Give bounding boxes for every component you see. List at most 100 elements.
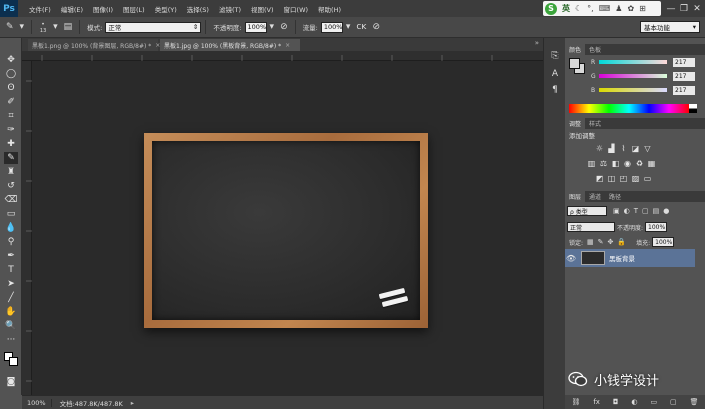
chevron-right-icon[interactable]: ▸	[131, 399, 134, 407]
mode-select[interactable]: 正常 ⇕	[105, 21, 202, 33]
curves-icon[interactable]: ⌇	[619, 144, 628, 153]
filter-pixel-icon[interactable]: ▣	[613, 207, 620, 215]
menu-view[interactable]: 视图(V)	[246, 4, 279, 14]
path-select-tool-icon[interactable]: ➤	[4, 278, 18, 290]
type-tool-icon[interactable]: T	[4, 264, 18, 276]
close-button[interactable]: ✕	[691, 3, 703, 14]
photo-filter-icon[interactable]: ◉	[623, 159, 632, 168]
black-white-swatch[interactable]	[689, 104, 697, 113]
restore-button[interactable]: ❐	[678, 3, 690, 14]
pressure-size-icon[interactable]: ⊘	[373, 22, 381, 32]
chevron-down-icon[interactable]: ▾	[53, 22, 58, 32]
crop-tool-icon[interactable]: ⌗	[4, 110, 18, 122]
filter-toggle-icon[interactable]: ●	[663, 207, 669, 215]
blend-mode-select[interactable]: 正常	[567, 222, 615, 232]
quick-mask-icon[interactable]: ◙	[4, 376, 18, 388]
menu-file[interactable]: 文件(F)	[24, 4, 56, 14]
foreground-swatch[interactable]	[569, 58, 580, 69]
chevron-down-icon[interactable]: ▾	[346, 22, 351, 32]
flow-input[interactable]: 100%	[320, 21, 343, 33]
history-icon[interactable]: ⎘	[549, 50, 561, 62]
grid-icon[interactable]: ⊞	[639, 4, 646, 13]
slider-track[interactable]	[599, 88, 667, 92]
tab-overflow-icon[interactable]: »	[535, 39, 539, 47]
chevron-down-icon[interactable]: ▾	[20, 22, 25, 32]
layer-row[interactable]: 👁 黑板背景	[565, 249, 695, 267]
layer-filter-select[interactable]: ρ 类型	[567, 206, 607, 216]
move-tool-icon[interactable]: ✥	[4, 54, 18, 66]
slider-track[interactable]	[599, 74, 667, 78]
filter-adjust-icon[interactable]: ◐	[624, 207, 630, 215]
eraser-tool-icon[interactable]: ⌫	[4, 194, 18, 206]
green-value[interactable]: 217	[673, 71, 695, 81]
blue-value[interactable]: 217	[673, 85, 695, 95]
color-balance-icon[interactable]: ⚖	[599, 159, 608, 168]
workspace-select[interactable]: 基本功能 ▾	[640, 21, 700, 33]
close-icon[interactable]: ×	[285, 42, 290, 49]
user-icon[interactable]: ♟	[615, 4, 622, 13]
eyedropper-tool-icon[interactable]: ✑	[4, 124, 18, 136]
line-tool-icon[interactable]: ╱	[4, 292, 18, 304]
marquee-tool-icon[interactable]: ◯	[4, 68, 18, 80]
blur-tool-icon[interactable]: 💧	[4, 222, 18, 234]
tab-layers[interactable]: 图层	[565, 191, 586, 202]
tab-channels[interactable]: 通道	[585, 191, 605, 202]
link-icon[interactable]: ⛓	[571, 398, 580, 406]
invert-icon[interactable]: ◩	[595, 174, 604, 183]
zoom-tool-icon[interactable]: 🔍	[4, 320, 18, 332]
document-info[interactable]: 文档:487.8K/487.8K	[52, 398, 131, 408]
brightness-icon[interactable]: ☼	[595, 144, 604, 153]
tab-swatches[interactable]: 色板	[585, 44, 605, 55]
more-icon[interactable]: ···	[4, 334, 18, 346]
lock-all-icon[interactable]: 🔒	[617, 238, 626, 246]
menu-edit[interactable]: 编辑(E)	[56, 4, 88, 14]
menu-image[interactable]: 图像(I)	[88, 4, 118, 14]
menu-select[interactable]: 选择(S)	[182, 4, 214, 14]
moon-icon[interactable]: ☾	[575, 4, 582, 13]
levels-icon[interactable]: ▟	[607, 144, 616, 153]
brush-panel-icon[interactable]: ▤	[64, 22, 73, 32]
opacity-input[interactable]: 100%	[645, 222, 668, 232]
color-spectrum[interactable]	[569, 104, 689, 113]
filter-smart-icon[interactable]: ▤	[653, 207, 660, 215]
eye-icon[interactable]: 👁	[565, 254, 577, 263]
trash-icon[interactable]: 🗑	[690, 398, 699, 406]
posterize-icon[interactable]: ◫	[607, 174, 616, 183]
channel-mixer-icon[interactable]: ♻	[635, 159, 644, 168]
ime-language[interactable]: 英	[562, 3, 570, 14]
black-white-icon[interactable]: ◧	[611, 159, 620, 168]
punctuation-icon[interactable]: °,	[587, 4, 594, 13]
dodge-tool-icon[interactable]: ⚲	[4, 236, 18, 248]
pressure-opacity-icon[interactable]: ⊘	[280, 22, 288, 32]
skin-icon[interactable]: ✿	[627, 4, 634, 13]
brush-preset-picker[interactable]: • 13	[36, 21, 50, 34]
keyboard-icon[interactable]: ⌨	[599, 4, 611, 13]
lock-transparency-icon[interactable]: ▦	[587, 238, 594, 246]
character-icon[interactable]: A	[549, 68, 561, 80]
fill-input[interactable]: 100%	[652, 237, 675, 247]
tab-paths[interactable]: 路径	[605, 191, 625, 202]
color-lookup-icon[interactable]: ▦	[647, 159, 656, 168]
green-slider[interactable]: G 217	[591, 71, 701, 81]
tab-styles[interactable]: 样式	[585, 118, 605, 129]
exposure-icon[interactable]: ◪	[631, 144, 640, 153]
layer-name[interactable]: 黑板背景	[609, 253, 635, 263]
document-tab-active[interactable]: 黑板1.jpg @ 100% (黑板背景, RGB/8#) * ×	[160, 39, 300, 51]
menu-layer[interactable]: 图层(L)	[118, 4, 150, 14]
hand-tool-icon[interactable]: ✋	[4, 306, 18, 318]
tab-color[interactable]: 颜色	[565, 44, 586, 55]
threshold-icon[interactable]: ◰	[619, 174, 628, 183]
document-canvas[interactable]	[32, 61, 543, 395]
menu-type[interactable]: 类型(Y)	[150, 4, 182, 14]
document-tab[interactable]: 黑板1.png @ 100% (背景图层, RGB/8#) * ×	[28, 39, 160, 51]
brush-tool-icon[interactable]: ✎	[4, 152, 18, 164]
new-layer-icon[interactable]: ▢	[670, 398, 677, 406]
group-icon[interactable]: ▭	[650, 398, 657, 406]
menu-help[interactable]: 帮助(H)	[313, 4, 346, 14]
mask-icon[interactable]: ◘	[613, 398, 619, 406]
gradient-map-icon[interactable]: ▭	[643, 174, 652, 183]
minimize-button[interactable]: —	[665, 3, 677, 14]
hue-saturation-icon[interactable]: ▥	[587, 159, 596, 168]
stamp-tool-icon[interactable]: ♜	[4, 166, 18, 178]
vibrance-icon[interactable]: ▽	[643, 144, 652, 153]
